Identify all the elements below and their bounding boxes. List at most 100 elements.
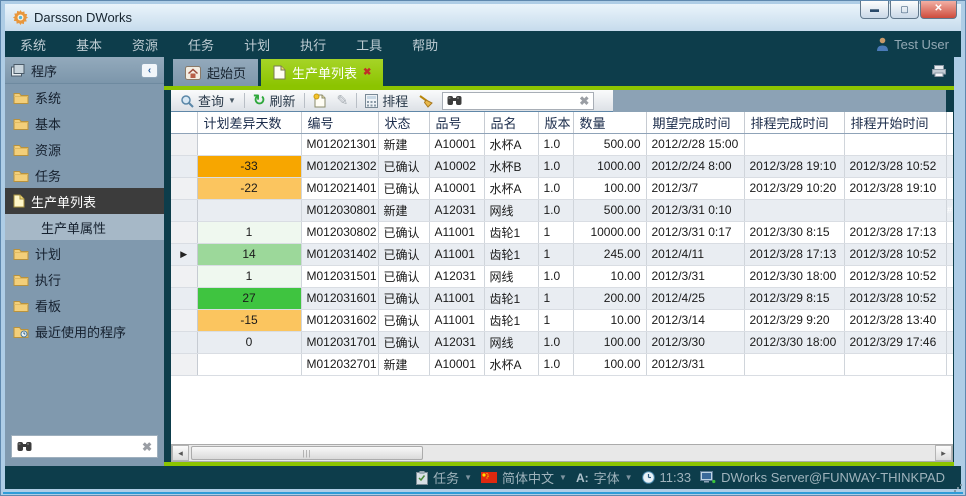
cell-partial[interactable]: [946, 353, 953, 375]
cell-plan-diff-days[interactable]: [197, 199, 301, 221]
cell-sched-finish-time[interactable]: 2012/3/28 19:10: [744, 155, 844, 177]
cell-sched-start-time[interactable]: 2012/3/28 10:52: [844, 243, 946, 265]
query-button[interactable]: 查询 ▼: [175, 91, 241, 111]
chevron-down-icon[interactable]: ▼: [559, 473, 567, 482]
chevron-left-icon[interactable]: ‹: [141, 63, 158, 78]
table-row[interactable]: 1M012030802已确认A11001齿轮1110000.002012/3/3…: [171, 221, 953, 243]
cell-quantity[interactable]: 10000.00: [573, 221, 646, 243]
user-indicator[interactable]: Test User: [876, 37, 961, 52]
selected-row-arrow-icon[interactable]: ▶: [171, 243, 197, 265]
cell-sched-finish-time[interactable]: 2012/3/29 8:15: [744, 287, 844, 309]
cell-order-no[interactable]: M012032701: [301, 353, 378, 375]
cell-partial[interactable]: [946, 221, 953, 243]
cell-expected-finish-time[interactable]: 2012/3/7: [646, 177, 744, 199]
printer-icon[interactable]: [932, 65, 946, 77]
cell-sched-start-time[interactable]: 2012/3/29 17:46: [844, 331, 946, 353]
chevron-down-icon[interactable]: ▼: [625, 473, 633, 482]
cell-status[interactable]: 新建: [378, 133, 429, 155]
edit-button[interactable]: ✎: [332, 91, 354, 111]
cell-expected-finish-time[interactable]: 2012/3/14: [646, 309, 744, 331]
horizontal-scrollbar[interactable]: ◂ ||| ▸: [171, 444, 953, 462]
column-header-4[interactable]: 品名: [484, 112, 538, 133]
table-row[interactable]: -22M012021401已确认A10001水杯A1.0100.002012/3…: [171, 177, 953, 199]
cell-sched-start-time[interactable]: 2012/3/28 10:52: [844, 155, 946, 177]
menu-item-5[interactable]: 执行: [285, 31, 341, 57]
cell-sched-start-time[interactable]: 2012/3/28 17:13: [844, 221, 946, 243]
schedule-button[interactable]: 排程: [360, 91, 413, 111]
cell-order-no[interactable]: M012030802: [301, 221, 378, 243]
cell-plan-diff-days[interactable]: 0: [197, 331, 301, 353]
cell-quantity[interactable]: 245.00: [573, 243, 646, 265]
sidebar-item-7[interactable]: 执行: [5, 266, 164, 292]
cell-plan-diff-days[interactable]: 14: [197, 243, 301, 265]
row-indicator[interactable]: [171, 309, 197, 331]
cell-plan-diff-days[interactable]: -15: [197, 309, 301, 331]
cell-item-no[interactable]: A10001: [429, 353, 484, 375]
menu-item-1[interactable]: 基本: [61, 31, 117, 57]
cell-status[interactable]: 已确认: [378, 243, 429, 265]
cell-sched-finish-time[interactable]: 2012/3/28 17:13: [744, 243, 844, 265]
cell-sched-start-time[interactable]: [844, 353, 946, 375]
cell-status[interactable]: 已确认: [378, 221, 429, 243]
cell-sched-start-time[interactable]: 2012/3/28 19:10: [844, 177, 946, 199]
cell-partial[interactable]: [946, 265, 953, 287]
cell-item-name[interactable]: 水杯A: [484, 133, 538, 155]
cell-item-name[interactable]: 水杯A: [484, 353, 538, 375]
row-marker[interactable]: #: [946, 199, 953, 221]
close-icon[interactable]: ✖: [363, 67, 371, 78]
cell-item-name[interactable]: 网线: [484, 265, 538, 287]
menu-item-4[interactable]: 计划: [229, 31, 285, 57]
cell-sched-finish-time[interactable]: 2012/3/29 10:20: [744, 177, 844, 199]
cell-partial[interactable]: [946, 331, 953, 353]
cell-status[interactable]: 已确认: [378, 331, 429, 353]
cell-sched-start-time[interactable]: [844, 199, 946, 221]
cell-sched-finish-time[interactable]: 2012/3/30 18:00: [744, 331, 844, 353]
row-indicator[interactable]: [171, 133, 197, 155]
cell-quantity[interactable]: 100.00: [573, 177, 646, 199]
menu-item-6[interactable]: 工具: [341, 31, 397, 57]
cell-order-no[interactable]: M012021302: [301, 155, 378, 177]
cell-version[interactable]: 1.0: [538, 265, 573, 287]
cell-sched-start-time[interactable]: [844, 133, 946, 155]
cell-item-no[interactable]: A12031: [429, 199, 484, 221]
cell-expected-finish-time[interactable]: 2012/4/25: [646, 287, 744, 309]
cell-item-no[interactable]: A11001: [429, 221, 484, 243]
close-icon[interactable]: ✖: [142, 440, 152, 454]
cell-version[interactable]: 1: [538, 287, 573, 309]
cell-item-no[interactable]: A12031: [429, 265, 484, 287]
table-row[interactable]: -33M012021302已确认A10002水杯B1.01000.002012/…: [171, 155, 953, 177]
scrollbar-thumb[interactable]: |||: [191, 446, 423, 460]
menu-item-0[interactable]: 系统: [5, 31, 61, 57]
minimize-button[interactable]: ▬: [860, 1, 889, 19]
cell-plan-diff-days[interactable]: 27: [197, 287, 301, 309]
cell-status[interactable]: 新建: [378, 353, 429, 375]
row-indicator[interactable]: [171, 353, 197, 375]
cell-order-no[interactable]: M012021301: [301, 133, 378, 155]
status-font[interactable]: A: 字体 ▼: [576, 468, 633, 487]
scroll-left-arrow-icon[interactable]: ◂: [172, 445, 189, 461]
cell-order-no[interactable]: M012031601: [301, 287, 378, 309]
scroll-right-arrow-icon[interactable]: ▸: [935, 445, 952, 461]
table-row[interactable]: -15M012031602已确认A11001齿轮1110.002012/3/14…: [171, 309, 953, 331]
row-indicator[interactable]: [171, 265, 197, 287]
cell-item-no[interactable]: A11001: [429, 309, 484, 331]
cell-plan-diff-days[interactable]: 1: [197, 265, 301, 287]
close-icon[interactable]: ✖: [579, 94, 589, 108]
column-header-partial[interactable]: 前: [946, 112, 953, 133]
cell-order-no[interactable]: M012031402: [301, 243, 378, 265]
tab-production-order-list[interactable]: 生产单列表 ✖: [261, 59, 383, 86]
sidebar-item-9[interactable]: 最近使用的程序: [5, 318, 164, 344]
clean-button[interactable]: [413, 91, 438, 111]
cell-item-no[interactable]: A12031: [429, 331, 484, 353]
status-language[interactable]: 简体中文 ▼: [481, 468, 567, 487]
cell-sched-finish-time[interactable]: [744, 133, 844, 155]
column-header-1[interactable]: 编号: [301, 112, 378, 133]
table-row[interactable]: ▶14M012031402已确认A11001齿轮11245.002012/4/1…: [171, 243, 953, 265]
cell-order-no[interactable]: M012021401: [301, 177, 378, 199]
new-button[interactable]: [308, 91, 332, 111]
cell-quantity[interactable]: 10.00: [573, 265, 646, 287]
cell-item-name[interactable]: 齿轮1: [484, 243, 538, 265]
cell-version[interactable]: 1.0: [538, 155, 573, 177]
cell-version[interactable]: 1: [538, 221, 573, 243]
cell-status[interactable]: 已确认: [378, 287, 429, 309]
